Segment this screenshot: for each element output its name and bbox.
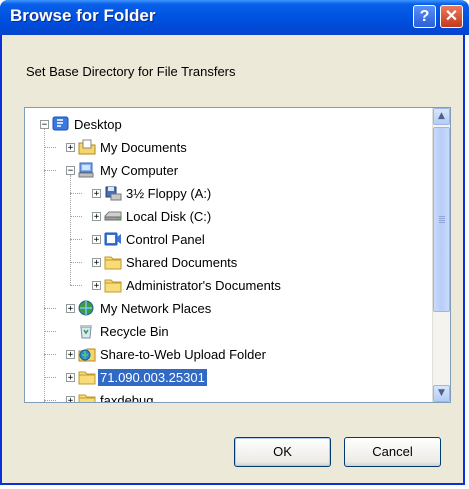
thumb-grip — [439, 222, 445, 223]
expand-icon[interactable]: + — [92, 189, 101, 199]
expand-icon[interactable]: + — [92, 258, 101, 268]
my-documents-icon — [78, 139, 96, 155]
tree-item[interactable]: + My Network Places — [25, 298, 433, 320]
web-folder-icon — [78, 346, 96, 362]
scroll-down-button[interactable]: ▼ — [433, 385, 450, 402]
tree-item-label[interactable]: My Network Places — [98, 300, 213, 317]
floppy-drive-icon — [104, 185, 122, 201]
folder-tree-panel: − Desktop + My Documents − My Computer +3½ Flo… — [24, 107, 451, 403]
tree-item[interactable]: +3½ Floppy (A:) — [25, 183, 433, 205]
cancel-button[interactable]: Cancel — [344, 437, 441, 467]
expand-icon[interactable]: + — [66, 304, 75, 314]
expand-icon[interactable]: + — [66, 350, 75, 360]
tree-item-label[interactable]: Local Disk (C:) — [124, 208, 213, 225]
collapse-icon[interactable]: − — [66, 166, 75, 176]
expand-icon[interactable]: + — [66, 143, 75, 153]
expand-icon[interactable]: + — [66, 373, 75, 383]
close-button[interactable]: ✕ — [440, 5, 463, 28]
vertical-scrollbar[interactable]: ▲ ▼ — [432, 108, 450, 402]
tree-item[interactable]: + Shared Documents — [25, 252, 433, 274]
scroll-thumb[interactable] — [433, 127, 450, 312]
tree-item-label[interactable]: 71.090.003.25301 — [98, 369, 207, 386]
folder-icon — [78, 369, 96, 385]
folder-icon — [104, 254, 122, 270]
tree-item[interactable]: − Desktop — [25, 114, 433, 136]
expand-icon[interactable]: + — [66, 396, 75, 402]
hard-disk-icon — [104, 208, 122, 224]
tree-item-label[interactable]: Administrator's Documents — [124, 277, 283, 294]
folder-icon — [78, 392, 96, 402]
tree-item-label[interactable]: My Computer — [98, 162, 180, 179]
recycle-bin-icon — [78, 323, 96, 339]
folder-icon — [104, 277, 122, 293]
tree-item[interactable]: + faxdebug — [25, 390, 433, 402]
browse-for-folder-dialog: Browse for Folder ? ✕ Set Base Directory… — [0, 0, 469, 485]
tree-item[interactable]: + Administrator's Documents — [25, 275, 433, 297]
title-bar[interactable]: Browse for Folder ? ✕ — [0, 0, 469, 35]
expand-icon[interactable]: + — [92, 281, 101, 291]
scroll-up-button[interactable]: ▲ — [433, 108, 450, 125]
tree-item[interactable]: − My Computer — [25, 160, 433, 182]
tree-item-label[interactable]: Shared Documents — [124, 254, 239, 271]
thumb-grip — [439, 220, 445, 221]
control-panel-icon — [104, 231, 122, 247]
tree-item-label[interactable]: faxdebug — [98, 392, 156, 402]
tree-item-label[interactable]: My Documents — [98, 139, 189, 156]
tree-item[interactable]: + My Documents — [25, 137, 433, 159]
my-computer-icon — [78, 162, 96, 178]
thumb-grip — [439, 216, 445, 217]
tree-item-label[interactable]: 3½ Floppy (A:) — [124, 185, 213, 202]
help-button[interactable]: ? — [413, 5, 436, 28]
ok-button[interactable]: OK — [234, 437, 331, 467]
thumb-grip — [439, 218, 445, 219]
tree-item[interactable]: + Share-to-Web Upload Folder — [25, 344, 433, 366]
tree-item[interactable]: + Control Panel — [25, 229, 433, 251]
folder-tree: − Desktop + My Documents − My Computer +3½ Flo… — [25, 108, 433, 402]
collapse-icon[interactable]: − — [40, 120, 49, 130]
tree-item[interactable]: +71.090.003.25301 — [25, 367, 433, 389]
desktop-icon — [52, 116, 70, 132]
tree-item[interactable]: Recycle Bin — [25, 321, 433, 343]
expand-icon[interactable]: + — [92, 235, 101, 245]
instruction-text: Set Base Directory for File Transfers — [26, 64, 236, 79]
tree-item-label[interactable]: Recycle Bin — [98, 323, 171, 340]
tree-item-label[interactable]: Share-to-Web Upload Folder — [98, 346, 268, 363]
expand-icon[interactable]: + — [92, 212, 101, 222]
tree-item-label[interactable]: Desktop — [72, 116, 124, 133]
tree-item[interactable]: + Local Disk (C:) — [25, 206, 433, 228]
network-places-icon — [78, 300, 96, 316]
dialog-title: Browse for Folder — [10, 6, 156, 25]
tree-item-label[interactable]: Control Panel — [124, 231, 207, 248]
